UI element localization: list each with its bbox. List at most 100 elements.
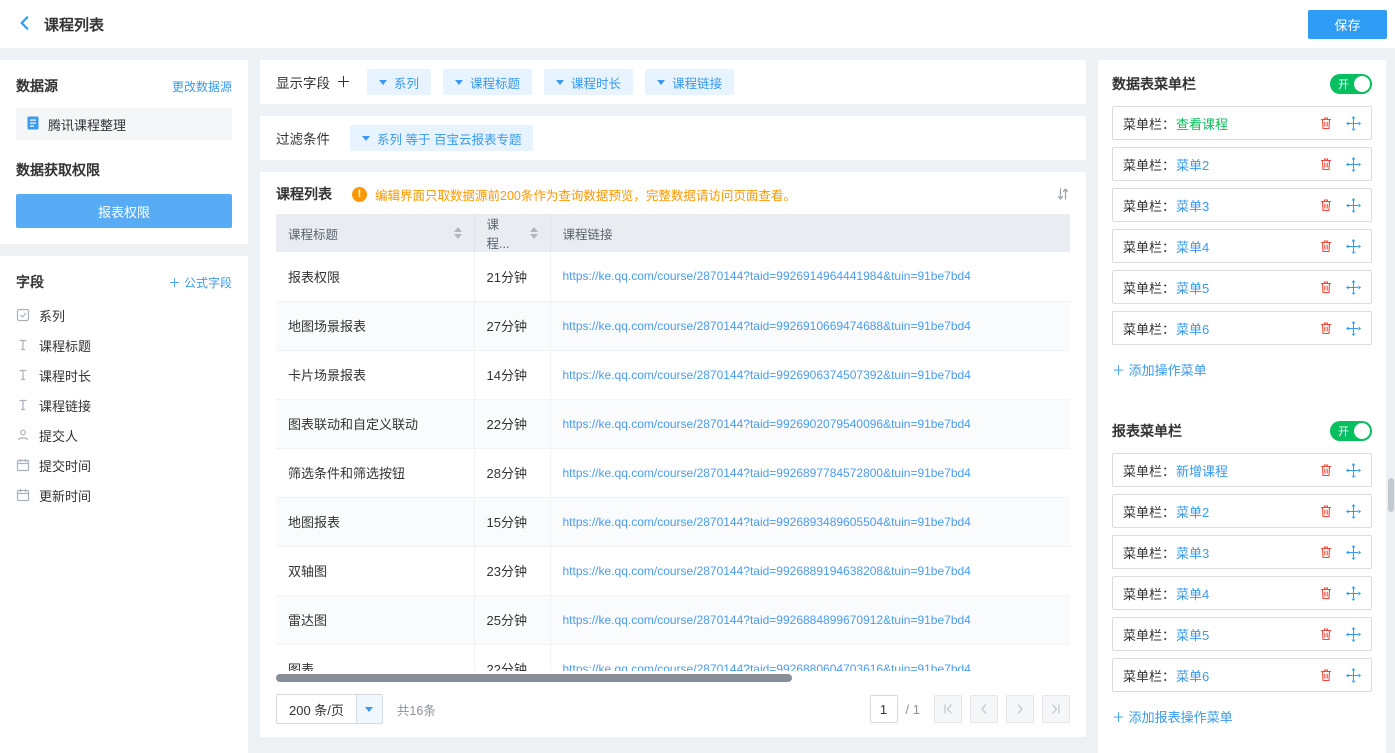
delete-icon[interactable] [1319, 668, 1333, 682]
move-icon[interactable] [1346, 463, 1361, 478]
chevron-down-icon[interactable] [356, 695, 382, 723]
first-page-button[interactable] [934, 695, 962, 723]
move-icon[interactable] [1346, 545, 1361, 560]
course-link[interactable]: https://ke.qq.com/course/2870144?taid=99… [550, 595, 1070, 644]
delete-icon[interactable] [1319, 239, 1333, 253]
menu-item[interactable]: 菜单栏： 新增课程 [1112, 453, 1372, 487]
field-item-course-title[interactable]: 课程标题 [16, 330, 232, 360]
delete-icon[interactable] [1319, 321, 1333, 335]
menu-item[interactable]: 菜单栏： 菜单6 [1112, 311, 1372, 345]
change-datasource-link[interactable]: 更改数据源 [172, 78, 232, 95]
display-field-chip-course-duration[interactable]: 课程时长 [544, 69, 633, 95]
delete-icon[interactable] [1319, 586, 1333, 600]
menu-item[interactable]: 菜单栏： 菜单3 [1112, 535, 1372, 569]
course-link[interactable]: https://ke.qq.com/course/2870144?taid=99… [550, 644, 1070, 671]
display-field-chip-series[interactable]: 系列 [367, 69, 431, 95]
display-field-chip-course-title[interactable]: 课程标题 [443, 69, 532, 95]
menu-item[interactable]: 菜单栏： 菜单6 [1112, 658, 1372, 692]
delete-icon[interactable] [1319, 463, 1333, 477]
menu-item-name[interactable]: 菜单5 [1176, 278, 1209, 297]
delete-icon[interactable] [1319, 545, 1333, 559]
save-button[interactable]: 保存 [1308, 10, 1387, 39]
move-icon[interactable] [1346, 504, 1361, 519]
menu-item-name[interactable]: 菜单5 [1176, 625, 1209, 644]
delete-icon[interactable] [1319, 504, 1333, 518]
next-page-button[interactable] [1006, 695, 1034, 723]
course-link[interactable]: https://ke.qq.com/course/2870144?taid=99… [550, 497, 1070, 546]
menu-item-name[interactable]: 新增课程 [1176, 461, 1228, 480]
field-item-course-link[interactable]: 课程链接 [16, 390, 232, 420]
course-link[interactable]: https://ke.qq.com/course/2870144?taid=99… [550, 546, 1070, 595]
move-icon[interactable] [1346, 321, 1361, 336]
menu-item[interactable]: 菜单栏： 菜单5 [1112, 617, 1372, 651]
move-icon[interactable] [1346, 239, 1361, 254]
menu-item[interactable]: 菜单栏： 菜单4 [1112, 229, 1372, 263]
delete-icon[interactable] [1319, 157, 1333, 171]
course-link[interactable]: https://ke.qq.com/course/2870144?taid=99… [550, 252, 1070, 301]
table-menu-toggle[interactable]: 开 [1330, 74, 1372, 94]
report-menu-toggle[interactable]: 开 [1330, 421, 1372, 441]
sort-carets-icon[interactable] [454, 227, 462, 239]
menu-item[interactable]: 菜单栏： 查看课程 [1112, 106, 1372, 140]
move-icon[interactable] [1346, 280, 1361, 295]
field-item-course-duration[interactable]: 课程时长 [16, 360, 232, 390]
horizontal-scrollbar-thumb[interactable] [276, 674, 792, 682]
sort-icon[interactable] [1056, 187, 1070, 201]
course-link[interactable]: https://ke.qq.com/course/2870144?taid=99… [550, 448, 1070, 497]
delete-icon[interactable] [1319, 280, 1333, 294]
menu-item-name[interactable]: 菜单6 [1176, 666, 1209, 685]
menu-item-name[interactable]: 菜单2 [1176, 502, 1209, 521]
column-header-course-duration[interactable]: 课程... [474, 214, 550, 252]
page-size-select[interactable]: 200 条/页 [276, 694, 383, 724]
page-scrollbar-thumb[interactable] [1388, 478, 1394, 512]
move-icon[interactable] [1346, 157, 1361, 172]
add-table-menu-link[interactable]: ＋ 添加操作菜单 [1112, 360, 1207, 379]
menu-item[interactable]: 菜单栏： 菜单4 [1112, 576, 1372, 610]
page-scrollbar[interactable] [1388, 0, 1394, 753]
course-title-cell: 卡片场景报表 [276, 350, 474, 399]
add-formula-field-link[interactable]: ＋ 公式字段 [169, 274, 232, 291]
field-item-submitter[interactable]: 提交人 [16, 420, 232, 450]
menu-item-name[interactable]: 菜单4 [1176, 237, 1209, 256]
delete-icon[interactable] [1319, 116, 1333, 130]
move-icon[interactable] [1346, 668, 1361, 683]
display-field-chip-course-link[interactable]: 课程链接 [645, 69, 734, 95]
menu-item-name[interactable]: 菜单6 [1176, 319, 1209, 338]
move-icon[interactable] [1346, 586, 1361, 601]
back-button[interactable] [16, 14, 34, 35]
delete-icon[interactable] [1319, 198, 1333, 212]
sort-carets-icon[interactable] [530, 227, 538, 239]
move-icon[interactable] [1346, 116, 1361, 131]
field-item-submit-time[interactable]: 提交时间 [16, 450, 232, 480]
course-link[interactable]: https://ke.qq.com/course/2870144?taid=99… [550, 399, 1070, 448]
add-display-field-button[interactable]: ＋ [336, 75, 351, 90]
move-icon[interactable] [1346, 627, 1361, 642]
menu-item[interactable]: 菜单栏： 菜单3 [1112, 188, 1372, 222]
menu-item-name[interactable]: 查看课程 [1176, 114, 1228, 133]
menu-item[interactable]: 菜单栏： 菜单2 [1112, 494, 1372, 528]
field-label: 课程标题 [39, 336, 91, 355]
calendar-icon [16, 488, 30, 502]
last-page-button[interactable] [1042, 695, 1070, 723]
page-number-input[interactable] [870, 695, 898, 723]
option-icon [16, 308, 30, 322]
field-item-series[interactable]: 系列 [16, 300, 232, 330]
add-report-menu-link[interactable]: ＋ 添加报表操作菜单 [1112, 707, 1233, 726]
menu-item-name[interactable]: 菜单3 [1176, 196, 1209, 215]
delete-icon[interactable] [1319, 627, 1333, 641]
report-permission-button[interactable]: 报表权限 [16, 194, 232, 228]
course-link[interactable]: https://ke.qq.com/course/2870144?taid=99… [550, 350, 1070, 399]
horizontal-scrollbar[interactable] [276, 674, 1070, 682]
menu-item-name[interactable]: 菜单4 [1176, 584, 1209, 603]
menu-item-name[interactable]: 菜单2 [1176, 155, 1209, 174]
course-link[interactable]: https://ke.qq.com/course/2870144?taid=99… [550, 301, 1070, 350]
menu-item-name[interactable]: 菜单3 [1176, 543, 1209, 562]
previous-page-button[interactable] [970, 695, 998, 723]
filter-condition-chip[interactable]: 系列 等于 百宝云报表专题 [350, 125, 533, 151]
move-icon[interactable] [1346, 198, 1361, 213]
menu-item[interactable]: 菜单栏： 菜单5 [1112, 270, 1372, 304]
field-item-update-time[interactable]: 更新时间 [16, 480, 232, 510]
column-header-course-title[interactable]: 课程标题 [276, 214, 474, 252]
menu-item[interactable]: 菜单栏： 菜单2 [1112, 147, 1372, 181]
datasource-item[interactable]: 腾讯课程整理 [16, 108, 232, 140]
